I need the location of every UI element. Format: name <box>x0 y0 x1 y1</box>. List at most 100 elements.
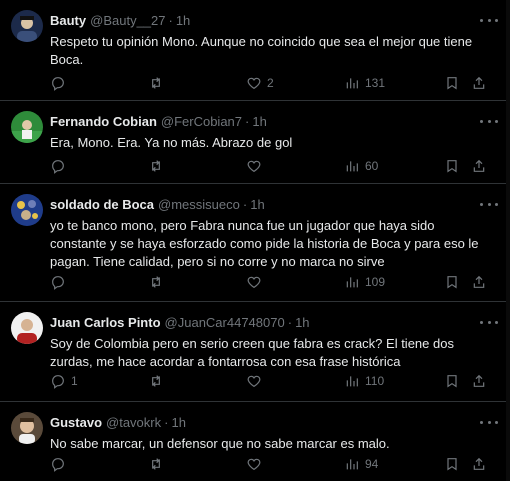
share-button[interactable] <box>471 455 487 473</box>
tweet-text: Era, Mono. Era. Ya no más. Abrazo de gol <box>50 135 293 150</box>
more-icon[interactable] <box>480 415 498 429</box>
views-count: 94 <box>365 457 379 471</box>
views-icon <box>346 78 358 89</box>
bookmark-icon <box>447 160 457 173</box>
tweet-header: soldado de Boca @messisueco · 1h <box>50 197 265 213</box>
share-button[interactable] <box>471 372 487 390</box>
like-button[interactable] <box>246 372 267 390</box>
views-count: 60 <box>365 159 379 173</box>
views-button[interactable]: 94 <box>344 455 378 473</box>
author-handle[interactable]: @tavokrk <box>106 415 161 430</box>
more-icon[interactable] <box>480 315 498 329</box>
avatar[interactable] <box>11 312 43 344</box>
retweet-button[interactable] <box>148 372 169 390</box>
views-button[interactable]: 60 <box>344 157 378 175</box>
author-name[interactable]: Juan Carlos Pinto <box>50 315 161 330</box>
views-icon <box>346 376 358 387</box>
avatar[interactable] <box>11 194 43 226</box>
reply-count: 1 <box>71 374 78 388</box>
reply-button[interactable]: 1 <box>50 372 78 390</box>
tweet[interactable]: Gustavo @tavokrk · 1h No sabe marcar, un de… <box>0 402 510 481</box>
retweet-button[interactable] <box>148 455 169 473</box>
author-name[interactable]: Gustavo <box>50 415 102 430</box>
retweet-icon <box>152 276 160 288</box>
retweet-icon <box>152 458 160 470</box>
views-icon <box>346 277 358 288</box>
tweet[interactable]: soldado de Boca @messisueco · 1h yo te banc… <box>0 184 510 302</box>
bookmark-button[interactable] <box>444 455 460 473</box>
timestamp[interactable]: 1h <box>176 13 190 28</box>
share-button[interactable] <box>471 273 487 291</box>
bookmark-button[interactable] <box>444 372 460 390</box>
retweet-button[interactable] <box>148 157 169 175</box>
author-handle[interactable]: @messisueco <box>158 197 240 212</box>
like-button[interactable] <box>246 455 267 473</box>
like-button[interactable] <box>246 273 267 291</box>
separator-dot: · <box>242 197 248 212</box>
views-count: 131 <box>365 76 386 90</box>
author-name[interactable]: soldado de Boca <box>50 197 154 212</box>
views-button[interactable]: 109 <box>344 273 385 291</box>
retweet-icon <box>152 375 160 387</box>
views-icon <box>346 459 358 470</box>
reply-icon <box>52 276 64 290</box>
more-icon[interactable] <box>480 114 498 128</box>
retweet-button[interactable] <box>148 273 169 291</box>
timestamp[interactable]: 1h <box>295 315 309 330</box>
share-icon <box>473 275 485 288</box>
share-icon <box>473 159 485 172</box>
bookmark-button[interactable] <box>444 273 460 291</box>
reply-feed: Bauty @Bauty__27 · 1h Respeto tu opinión Mo… <box>0 0 510 481</box>
retweet-button[interactable] <box>148 74 169 92</box>
avatar[interactable] <box>11 111 43 143</box>
avatar[interactable] <box>11 412 43 444</box>
views-button[interactable]: 131 <box>344 74 385 92</box>
bookmark-icon <box>447 458 457 471</box>
author-name[interactable]: Bauty <box>50 13 86 28</box>
share-button[interactable] <box>471 157 487 175</box>
tweet-text: Soy de Colombia pero en serio creen que … <box>50 336 454 369</box>
tweet-actions: 60 <box>50 157 490 175</box>
retweet-icon <box>152 160 160 172</box>
avatar[interactable] <box>11 10 43 42</box>
reply-button[interactable] <box>50 455 71 473</box>
tweet-text: Respeto tu opinión Mono. Aunque no coinc… <box>50 34 473 67</box>
views-button[interactable]: 110 <box>344 372 384 390</box>
bookmark-button[interactable] <box>444 157 460 175</box>
views-icon <box>346 161 358 172</box>
reply-button[interactable] <box>50 273 71 291</box>
author-handle[interactable]: @Bauty__27 <box>90 13 165 28</box>
share-button[interactable] <box>471 74 487 92</box>
timestamp[interactable]: 1h <box>252 114 266 129</box>
bookmark-icon <box>447 375 457 388</box>
timestamp[interactable]: 1h <box>250 197 264 212</box>
tweet-actions: 109 <box>50 273 490 291</box>
reply-button[interactable] <box>50 74 71 92</box>
author-handle[interactable]: @JuanCar44748070 <box>165 315 285 330</box>
like-button[interactable] <box>246 157 267 175</box>
heart-icon <box>247 77 261 90</box>
tweet-header: Gustavo @tavokrk · 1h <box>50 415 186 431</box>
like-button[interactable]: 2 <box>246 74 274 92</box>
tweet[interactable]: Bauty @Bauty__27 · 1h Respeto tu opinión Mo… <box>0 0 510 101</box>
tweet-header: Fernando Cobian @FerCobian7 · 1h <box>50 114 267 130</box>
share-icon <box>473 374 485 387</box>
tweet[interactable]: Juan Carlos Pinto @JuanCar44748070 · 1h Soy… <box>0 302 510 402</box>
timestamp[interactable]: 1h <box>171 415 185 430</box>
author-name[interactable]: Fernando Cobian <box>50 114 157 129</box>
more-icon[interactable] <box>480 13 498 27</box>
heart-icon <box>247 276 261 289</box>
scrollbar[interactable] <box>506 0 510 481</box>
separator-dot: · <box>245 114 250 129</box>
tweet-text: No sabe marcar, un defensor que no sabe … <box>50 436 390 451</box>
more-icon[interactable] <box>480 197 498 211</box>
reply-button[interactable] <box>50 157 71 175</box>
views-count: 109 <box>365 275 386 289</box>
reply-icon <box>52 458 64 472</box>
separator-dot: · <box>168 13 173 28</box>
author-handle[interactable]: @FerCobian7 <box>161 114 242 129</box>
tweet[interactable]: Fernando Cobian @FerCobian7 · 1h Era, Mono.… <box>0 101 510 184</box>
like-count: 2 <box>267 76 274 90</box>
bookmark-button[interactable] <box>444 74 460 92</box>
heart-icon <box>247 458 261 471</box>
